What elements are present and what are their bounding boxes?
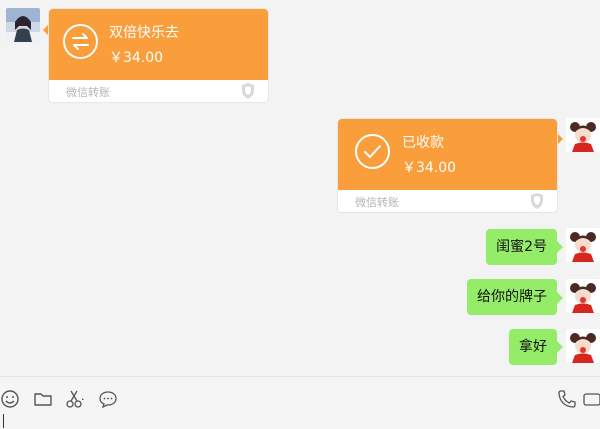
bubble-tail (557, 133, 563, 145)
transfer-status: 已收款 (402, 135, 444, 151)
checkmark-icon (355, 134, 390, 169)
my-avatar[interactable] (566, 279, 600, 313)
transfer-arrows-icon (63, 24, 98, 59)
scissors-icon[interactable] (65, 389, 85, 409)
bubble-tail (557, 292, 563, 304)
message-bubble[interactable]: 闺蜜2号 (486, 229, 557, 265)
my-avatar[interactable] (566, 329, 600, 363)
chat-area: 双倍快乐去 ￥34.00 微信转账 已收款 ￥34.00 微信转账 闺蜜2号 给… (0, 0, 600, 376)
shield-icon (242, 83, 254, 99)
emoji-icon[interactable] (0, 389, 20, 409)
video-call-icon[interactable] (582, 389, 600, 409)
phone-icon[interactable] (557, 389, 577, 409)
shield-icon (531, 193, 543, 209)
transfer-amount: ￥34.00 (402, 160, 457, 176)
my-avatar[interactable] (566, 118, 600, 152)
message-bubble[interactable]: 拿好 (509, 329, 557, 365)
chat-bubble-icon[interactable] (98, 389, 118, 409)
bubble-tail (557, 341, 563, 353)
input-toolbar (0, 377, 600, 429)
my-avatar[interactable] (566, 228, 600, 262)
transfer-card-incoming[interactable]: 双倍快乐去 ￥34.00 微信转账 (49, 9, 268, 102)
transfer-footer: 微信转账 (355, 196, 399, 209)
bubble-tail (557, 241, 563, 253)
transfer-amount: ￥34.00 (109, 50, 164, 66)
transfer-footer: 微信转账 (66, 86, 110, 99)
message-bubble[interactable]: 给你的牌子 (467, 279, 557, 315)
transfer-note: 双倍快乐去 (109, 25, 179, 41)
transfer-card-received[interactable]: 已收款 ￥34.00 微信转账 (338, 119, 557, 212)
folder-icon[interactable] (33, 389, 53, 409)
text-cursor (3, 414, 4, 428)
contact-avatar[interactable] (6, 8, 40, 42)
